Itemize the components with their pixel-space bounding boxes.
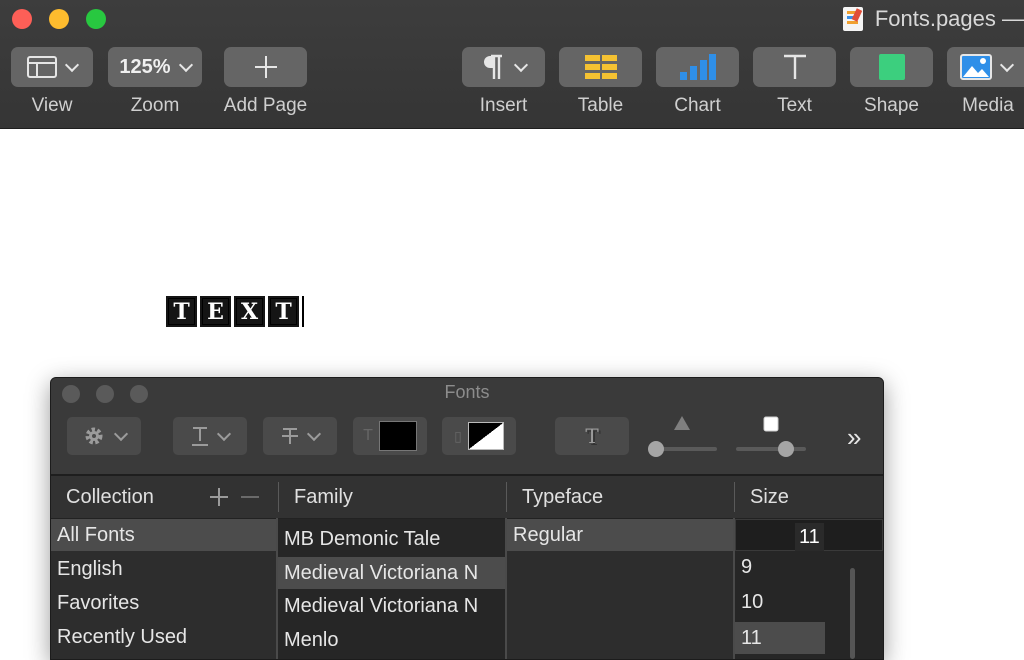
panel-title: Fonts — [444, 382, 490, 402]
table-button[interactable] — [559, 47, 642, 87]
size-scrollbar[interactable] — [850, 568, 855, 659]
document-color-swatch — [467, 422, 504, 450]
chevron-down-icon — [64, 57, 80, 72]
typeface-item-regular[interactable]: Regular — [507, 519, 734, 551]
window-toolbar: Fonts.pages — View 125% Zoom Add Page In… — [0, 0, 1024, 129]
chart-label: Chart — [674, 95, 721, 116]
family-header: Family — [294, 486, 353, 508]
size-input-value: 11 — [795, 523, 824, 551]
zoom-label: Zoom — [130, 95, 180, 116]
family-item[interactable]: MB Demonic Tale — [278, 523, 505, 555]
chart-button[interactable] — [656, 47, 739, 87]
family-item[interactable]: Medieval Victoriana N — [278, 590, 505, 622]
plus-icon — [254, 56, 277, 78]
size-item-9[interactable]: 9 — [735, 551, 825, 583]
collection-item-recently-used[interactable]: Recently Used — [51, 621, 276, 653]
shadow-blur-knob[interactable] — [778, 441, 794, 457]
minimize-window-button[interactable] — [49, 9, 69, 29]
text-button[interactable] — [753, 47, 836, 87]
typeface-header: Typeface — [522, 486, 604, 508]
document-color-picker[interactable]: ▯ — [442, 417, 516, 455]
pages-document-icon — [842, 7, 863, 31]
add-page-label: Add Page — [223, 95, 308, 116]
column-separator — [506, 482, 507, 512]
media-label: Media — [962, 95, 1014, 116]
chevron-down-icon — [113, 426, 129, 441]
more-controls-button[interactable]: » — [847, 422, 861, 453]
decorative-glyph: X — [234, 296, 265, 327]
shape-label: Shape — [864, 95, 919, 116]
chevron-down-icon — [216, 426, 232, 441]
close-window-button[interactable] — [12, 9, 32, 29]
chevron-down-icon — [513, 57, 528, 72]
insert-button[interactable] — [462, 47, 545, 87]
text-icon — [783, 54, 806, 79]
shadow-opacity-icon — [674, 416, 690, 430]
decorative-glyph: E — [200, 296, 231, 327]
remove-collection-icon[interactable] — [240, 487, 260, 507]
add-page-button[interactable] — [224, 47, 307, 87]
column-separator — [734, 482, 735, 512]
collection-item-english[interactable]: English — [51, 553, 276, 585]
text-color-icon: T — [363, 427, 373, 444]
family-item[interactable]: Medieval Victoriana N — [278, 557, 505, 589]
table-label: Table — [577, 95, 624, 116]
shadow-blur-icon — [763, 416, 779, 432]
underline-t-icon — [192, 427, 208, 446]
strikethrough-menu[interactable] — [263, 417, 337, 455]
text-cursor — [302, 296, 304, 327]
text-label: Text — [777, 95, 812, 116]
shadow-t-icon: T — [585, 424, 599, 448]
collection-item-favorites[interactable]: Favorites — [51, 587, 276, 619]
decorative-glyph: T — [166, 296, 197, 327]
insert-label: Insert — [479, 95, 528, 116]
text-color-swatch — [378, 421, 417, 451]
collection-header: Collection — [66, 486, 154, 508]
sidebar-view-icon — [27, 56, 57, 78]
fonts-column-header: Collection Family Typeface Size — [51, 476, 883, 519]
document-color-icon: ▯ — [454, 427, 462, 444]
gear-icon — [85, 427, 103, 445]
chevron-down-icon — [306, 426, 322, 441]
media-button[interactable] — [947, 47, 1024, 87]
paragraph-icon — [483, 54, 502, 79]
zoom-value: 125% — [119, 55, 171, 78]
text-shadow-button[interactable]: T — [555, 417, 629, 455]
size-item-11[interactable]: 11 — [735, 622, 825, 654]
strikethrough-t-icon — [282, 428, 298, 444]
table-icon — [584, 55, 617, 79]
shape-button[interactable] — [850, 47, 933, 87]
zoom-menu[interactable]: 125% — [108, 47, 202, 87]
square-shape-icon — [878, 54, 905, 80]
fonts-panel-toolbar: Fonts T ▯ T » — [51, 378, 883, 476]
document-title: Fonts.pages — — [842, 4, 1024, 34]
photo-icon — [959, 54, 992, 80]
action-menu[interactable] — [67, 417, 141, 455]
selected-text-sample[interactable]: T E X T — [166, 296, 304, 327]
view-label: View — [31, 95, 73, 116]
chevron-down-icon — [999, 57, 1014, 72]
shadow-blur-slider[interactable] — [736, 447, 806, 451]
view-button[interactable] — [11, 47, 93, 87]
chevron-down-icon — [178, 57, 193, 72]
family-item[interactable]: Menlo — [278, 624, 505, 656]
fullscreen-window-button[interactable] — [86, 9, 106, 29]
collection-item-all-fonts[interactable]: All Fonts — [51, 519, 276, 551]
underline-menu[interactable] — [173, 417, 247, 455]
size-item-10[interactable]: 10 — [735, 586, 825, 618]
document-title-text: Fonts.pages — — [874, 6, 1024, 31]
text-color-picker[interactable]: T — [353, 417, 427, 455]
shadow-opacity-knob[interactable] — [648, 441, 664, 457]
chart-icon — [679, 54, 716, 80]
column-separator — [278, 482, 279, 512]
decorative-glyph: T — [268, 296, 299, 327]
fonts-panel: Fonts T ▯ T » Collection Family Typeface… — [50, 377, 884, 660]
add-collection-icon[interactable] — [209, 487, 229, 507]
size-header: Size — [750, 486, 789, 508]
